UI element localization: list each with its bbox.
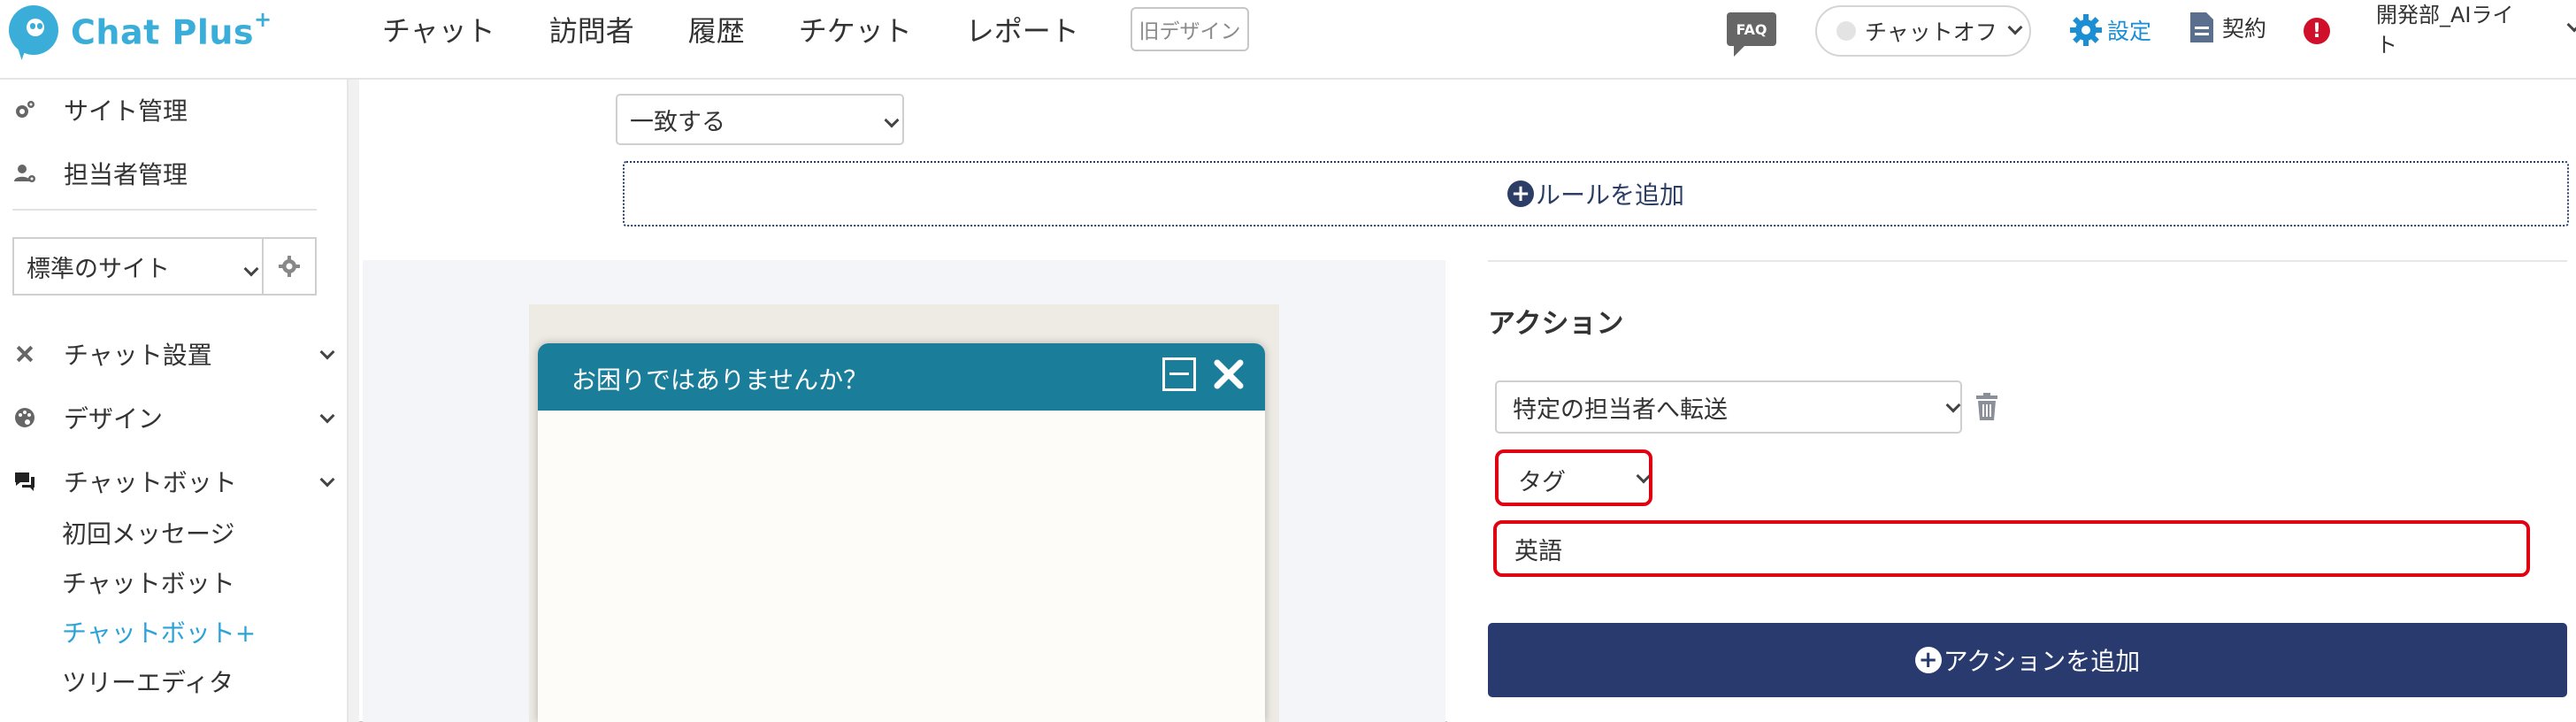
chevron-down-icon	[243, 261, 259, 277]
nav-chat[interactable]: チャット	[382, 9, 495, 50]
action-type-value: 特定の担当者へ転送	[1513, 396, 1728, 424]
sidebar-subitem-chatbot-plus[interactable]: チャットボット+	[62, 614, 256, 649]
sidebar-item-label: サイト管理	[64, 96, 188, 126]
palette-icon	[12, 405, 37, 430]
cogs-icon	[12, 97, 37, 122]
sidebar-divider	[12, 209, 317, 211]
trash-icon[interactable]	[1974, 393, 1999, 421]
chevron-down-icon[interactable]	[319, 472, 335, 488]
sidebar-item-label: チャットボット	[64, 468, 237, 497]
sidebar-item-label: チャット設置	[64, 341, 212, 370]
tools-icon	[12, 342, 37, 366]
sidebar-item-staff-admin[interactable]: 担当者管理	[12, 156, 188, 191]
alert-icon[interactable]: !	[2304, 18, 2330, 44]
faq-label: FAQ	[1736, 20, 1767, 38]
nav-tickets[interactable]: チケット	[799, 9, 912, 50]
user-cog-icon	[12, 161, 37, 186]
sidebar-item-site-admin[interactable]: サイト管理	[12, 92, 188, 127]
alert-mark: !	[2312, 19, 2322, 42]
sidebar-item-label: デザイン	[64, 404, 164, 434]
chevron-down-icon[interactable]	[319, 408, 335, 424]
comments-icon	[12, 469, 37, 494]
chat-status-label: チャットオフ	[1865, 19, 1997, 45]
contract-link[interactable]: 契約	[2189, 11, 2266, 44]
chevron-down-icon	[1945, 397, 1961, 413]
contract-label: 契約	[2222, 16, 2267, 42]
chevron-down-icon[interactable]	[319, 344, 335, 360]
sidebar-item-label: 担当者管理	[64, 160, 188, 189]
site-settings-button[interactable]	[264, 237, 317, 296]
match-select-value: 一致する	[630, 108, 725, 136]
user-chevron-down-icon[interactable]	[2566, 17, 2576, 33]
top-header: Chat Plus+ チャット 訪問者 履歴 チケット レポート 旧デザイン F…	[0, 0, 2576, 80]
action-type-select[interactable]: 特定の担当者へ転送	[1495, 380, 1962, 434]
logo-plus: +	[254, 7, 272, 32]
chat-status-toggle[interactable]: チャットオフ	[1815, 5, 2031, 57]
nav-history[interactable]: 履歴	[688, 9, 745, 50]
chevron-down-icon	[884, 112, 900, 128]
minimize-icon[interactable]	[1162, 357, 1196, 391]
chevron-down-icon	[2007, 19, 2023, 35]
settings-label: 設定	[2107, 19, 2152, 44]
sidebar-subitem-tree-editor[interactable]: ツリーエディタ	[62, 664, 234, 699]
add-action-label: アクションを追加	[1943, 647, 2141, 676]
add-rule-button[interactable]: + ルールを追加	[623, 161, 2569, 227]
user-name-line2: ト	[2376, 33, 2397, 58]
close-icon[interactable]	[1212, 357, 1246, 391]
sidebar-subitem-chatbot[interactable]: チャットボット	[62, 565, 235, 600]
sidebar-item-design[interactable]: デザイン	[12, 400, 163, 435]
document-icon	[2190, 12, 2213, 42]
faq-icon[interactable]: FAQ	[1727, 12, 1776, 57]
add-action-button[interactable]: + アクションを追加	[1488, 623, 2567, 697]
logo-text: Chat Plus	[71, 12, 255, 52]
user-menu[interactable]: 開発部_AIライ ト	[2376, 0, 2553, 60]
status-dot-icon	[1836, 21, 1856, 41]
site-select-value: 標準のサイト	[27, 255, 170, 283]
site-select[interactable]: 標準のサイト	[12, 237, 264, 296]
sidebar-subitem-first-message[interactable]: 初回メッセージ	[62, 515, 234, 550]
add-rule-label: ルールを追加	[1535, 180, 1684, 210]
tag-input-highlight	[1493, 520, 2530, 577]
action-title: アクション	[1488, 308, 1624, 340]
widget-header: お困りではありませんか？	[538, 343, 1265, 411]
sidebar-scrollbar[interactable]	[349, 80, 359, 722]
gear-icon	[2070, 14, 2102, 46]
nav-visitors[interactable]: 訪問者	[549, 9, 634, 50]
tag-select-highlight	[1495, 449, 1652, 506]
match-condition-select[interactable]: 一致する	[616, 94, 904, 145]
sidebar-item-chatbot[interactable]: チャットボット	[12, 464, 237, 499]
sidebar: サイト管理 担当者管理 標準のサイト チャット設置 デザイン チャットボット 初…	[0, 80, 349, 722]
sidebar-item-chat-settings[interactable]: チャット設置	[12, 336, 212, 372]
nav-reports[interactable]: レポート	[966, 9, 1079, 50]
user-name-line1: 開発部_AIライ	[2376, 3, 2514, 27]
logo-bubble-icon	[9, 5, 58, 55]
chat-plus-logo[interactable]: Chat Plus+	[9, 5, 272, 62]
widget-title: お困りではありませんか？	[571, 365, 869, 395]
chat-widget-preview: お困りではありませんか？	[538, 343, 1265, 722]
gear-icon	[279, 256, 300, 277]
plus-circle-icon: +	[1914, 647, 1942, 673]
settings-link[interactable]: 設定	[2068, 12, 2151, 48]
old-design-button[interactable]: 旧デザイン	[1131, 7, 1249, 51]
main-nav: チャット 訪問者 履歴 チケット レポート	[382, 0, 1133, 58]
action-divider	[1488, 260, 2567, 262]
plus-circle-icon: +	[1506, 180, 1534, 207]
